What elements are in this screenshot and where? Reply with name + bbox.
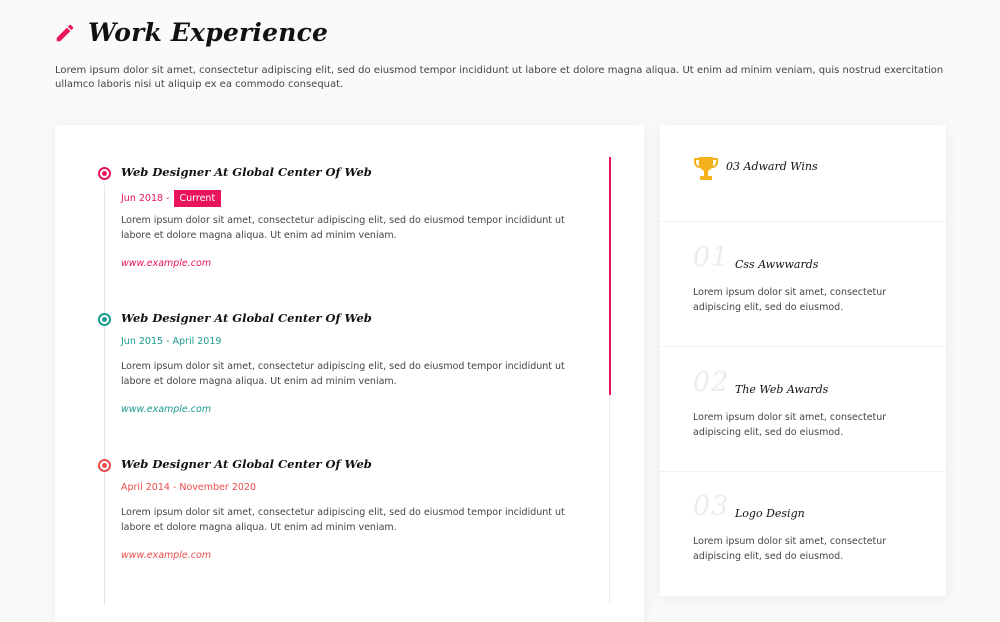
experience-link[interactable]: www.example.com xyxy=(121,404,211,415)
award-description: Lorem ipsum dolor sit amet, consectetur … xyxy=(693,536,887,562)
award-item: 02 The Web Awards Lorem ipsum dolor sit … xyxy=(660,347,946,472)
experience-date: April 2014 - November 2020 xyxy=(121,482,256,493)
section-header: Work Experience xyxy=(54,18,328,47)
awards-header: 03 Adward Wins xyxy=(660,125,946,222)
trophy-icon xyxy=(694,157,718,180)
award-item: 01 Css Awwwards Lorem ipsum dolor sit am… xyxy=(660,222,946,347)
award-number: 02 xyxy=(693,367,730,398)
timeline-dot xyxy=(98,459,111,472)
experience-link[interactable]: www.example.com xyxy=(121,550,211,561)
experience-description: Lorem ipsum dolor sit amet, consectetur … xyxy=(121,507,565,533)
award-description: Lorem ipsum dolor sit amet, consectetur … xyxy=(693,412,887,438)
award-item: 03 Logo Design Lorem ipsum dolor sit ame… xyxy=(660,471,946,596)
scrollbar-thumb[interactable] xyxy=(609,157,611,395)
experience-description: Lorem ipsum dolor sit amet, consectetur … xyxy=(121,215,565,241)
page-title: Work Experience xyxy=(88,18,329,47)
timeline-line xyxy=(104,185,105,605)
awards-count: 03 Adward Wins xyxy=(726,160,818,173)
award-title: Logo Design xyxy=(735,507,805,520)
experience-title: Web Designer At Global Center Of Web xyxy=(121,311,372,325)
experience-title: Web Designer At Global Center Of Web xyxy=(121,165,372,179)
timeline-dot xyxy=(98,313,111,326)
awards-card: 03 Adward Wins 01 Css Awwwards Lorem ips… xyxy=(660,125,946,596)
award-number: 03 xyxy=(693,491,730,522)
intro-text: Lorem ipsum dolor sit amet, consectetur … xyxy=(55,65,944,90)
experience-title: Web Designer At Global Center Of Web xyxy=(121,457,372,471)
date-text: Jun 2018 - xyxy=(121,193,170,204)
award-description: Lorem ipsum dolor sit amet, consectetur … xyxy=(693,287,887,313)
experience-date: Jun 2015 - April 2019 xyxy=(121,336,221,347)
experience-date: Jun 2018 - Current xyxy=(121,190,222,207)
experience-card: Web Designer At Global Center Of Web Jun… xyxy=(55,125,644,622)
date-text: Jun 2015 - April 2019 xyxy=(121,336,222,347)
current-badge: Current xyxy=(173,190,222,207)
experience-description: Lorem ipsum dolor sit amet, consectetur … xyxy=(121,361,565,387)
scrollbar-track[interactable] xyxy=(609,395,610,605)
award-number: 01 xyxy=(693,242,730,273)
award-title: Css Awwwards xyxy=(735,258,819,271)
pencil-icon xyxy=(56,24,74,41)
experience-link[interactable]: www.example.com xyxy=(121,258,211,269)
timeline-dot xyxy=(98,167,111,180)
date-text: April 2014 - November 2020 xyxy=(121,482,256,493)
award-title: The Web Awards xyxy=(735,383,829,396)
